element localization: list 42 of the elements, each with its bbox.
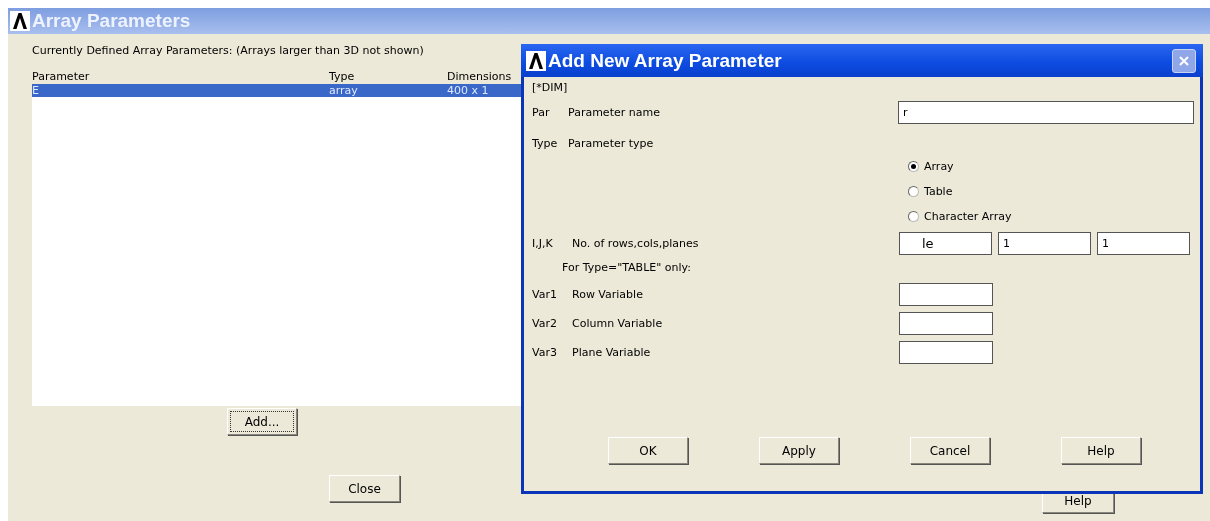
- close-button[interactable]: Close: [329, 475, 400, 502]
- logo-icon: [526, 50, 546, 71]
- command-label: [*DIM]: [532, 81, 569, 96]
- dialog-button[interactable]: Cancel: [910, 437, 990, 464]
- field-code: I,J,K: [532, 236, 554, 250]
- dialog-button[interactable]: Help: [1061, 437, 1141, 464]
- close-icon: [1178, 54, 1190, 67]
- radio-label: Array: [924, 160, 954, 173]
- logo-icon: [10, 11, 30, 31]
- field-code: Var3: [532, 345, 558, 359]
- text-field[interactable]: 1: [1097, 231, 1190, 255]
- radio-button[interactable]: [908, 161, 919, 172]
- field-code: Type: [532, 136, 559, 150]
- caption-text: Currently Defined Array Parameters: (Arrays larger than 3D not shown): [32, 44, 425, 59]
- text-field[interactable]: 1: [998, 231, 1091, 255]
- field-label: Column Variable: [572, 316, 663, 330]
- add-button[interactable]: Add...: [227, 408, 297, 435]
- radio-button[interactable]: [908, 211, 919, 222]
- field-label: No. of rows,cols,planes: [572, 236, 699, 250]
- field-code: Var1: [532, 287, 558, 301]
- field-code: Par: [532, 105, 551, 119]
- dialog-button[interactable]: OK: [608, 437, 688, 464]
- text-field[interactable]: [899, 282, 993, 306]
- text-field[interactable]: [899, 311, 993, 335]
- field-label: Parameter type: [568, 136, 654, 150]
- dialog-button[interactable]: Apply: [759, 437, 839, 464]
- radio-label: Character Array: [924, 210, 1012, 223]
- column-header: Type: [329, 70, 356, 84]
- radio-button[interactable]: [908, 186, 919, 197]
- dialog-title: Add New Array Parameter: [548, 49, 783, 72]
- text-field[interactable]: r: [897, 100, 1194, 124]
- window-title: Array Parameters: [32, 10, 191, 32]
- text-field[interactable]: [899, 340, 993, 364]
- field-label: Plane Variable: [572, 345, 651, 359]
- column-header: Parameter: [32, 70, 91, 84]
- column-header: Dimensions: [447, 70, 512, 84]
- text-field[interactable]: le: [899, 231, 992, 255]
- field-label: Row Variable: [572, 287, 643, 301]
- field-label: Parameter name: [568, 105, 660, 119]
- note-text: For Type="TABLE" only:: [561, 260, 691, 274]
- radio-label: Table: [924, 185, 953, 198]
- field-code: Var2: [532, 316, 558, 330]
